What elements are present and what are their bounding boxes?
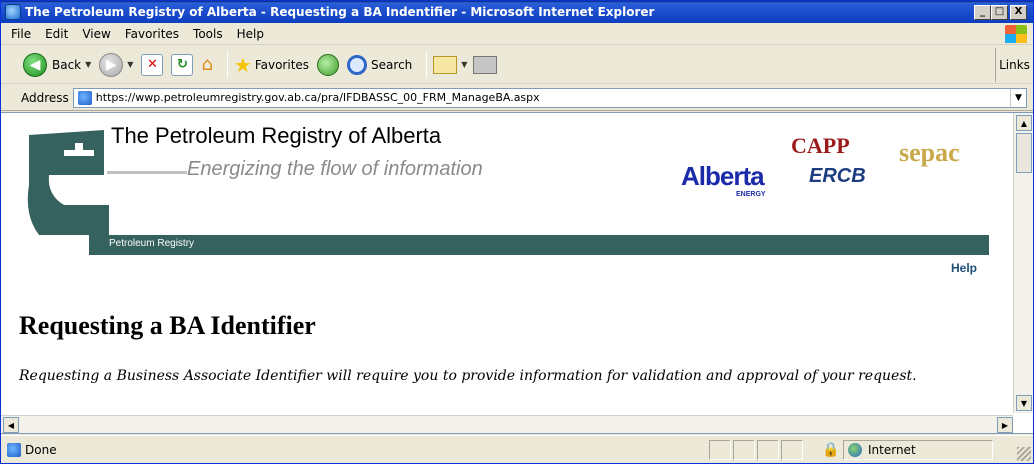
help-link[interactable]: Help bbox=[951, 261, 977, 275]
ie-window: The Petroleum Registry of Alberta - Requ… bbox=[0, 0, 1034, 464]
caption-buttons: _ □ X bbox=[974, 4, 1027, 20]
back-arrow-icon: ◀ bbox=[23, 52, 47, 77]
resize-grip-icon[interactable] bbox=[1017, 447, 1031, 461]
favorites-button[interactable]: ★ Favorites bbox=[234, 53, 309, 77]
site-nav-bar bbox=[89, 235, 989, 255]
page-icon bbox=[77, 90, 92, 105]
search-icon bbox=[347, 54, 368, 75]
status-bar: Done 🔒 Internet bbox=[1, 435, 1033, 463]
ercb-logo: ERCB bbox=[809, 165, 866, 187]
forward-arrow-icon: ▶ bbox=[99, 52, 124, 77]
address-input[interactable]: https://wwp.petroleumregistry.gov.ab.ca/… bbox=[72, 87, 1027, 108]
nav-label: Petroleum Registry bbox=[109, 238, 195, 249]
ie-icon bbox=[5, 4, 21, 20]
star-icon: ★ bbox=[233, 52, 252, 77]
site-tagline: Energizing the flow of information bbox=[187, 158, 483, 180]
search-button[interactable]: Search bbox=[347, 54, 413, 75]
lock-icon[interactable]: 🔒 bbox=[821, 440, 841, 460]
scroll-right-icon[interactable]: ▶ bbox=[997, 417, 1013, 433]
status-text: Done bbox=[25, 442, 57, 457]
mail-icon bbox=[433, 55, 458, 74]
chevron-down-icon[interactable]: ▼ bbox=[461, 60, 467, 69]
status-pane bbox=[733, 440, 755, 460]
minimize-button[interactable]: _ bbox=[974, 4, 991, 20]
page-heading: Requesting a BA Identifier bbox=[19, 311, 316, 340]
favorites-label: Favorites bbox=[254, 57, 310, 72]
standard-toolbar: ◀ Back ▼ ▶ ▼ ✕ ↻ ⌂ ★ Favorites Search ▼ … bbox=[1, 46, 1033, 84]
menu-bar: File Edit View Favorites Tools Help bbox=[1, 23, 1033, 45]
chevron-down-icon[interactable]: ▼ bbox=[85, 60, 91, 69]
browser-viewport: The Petroleum Registry of Alberta Energi… bbox=[1, 112, 1033, 434]
title-bar: The Petroleum Registry of Alberta - Requ… bbox=[1, 1, 1033, 23]
zone-label: Internet bbox=[868, 443, 916, 457]
stop-button[interactable]: ✕ bbox=[141, 53, 164, 76]
chevron-down-icon[interactable]: ▼ bbox=[127, 60, 133, 69]
vertical-scrollbar[interactable]: ▲ ▼ bbox=[1013, 113, 1033, 413]
menu-tools[interactable]: Tools bbox=[193, 27, 223, 41]
mail-button[interactable]: ▼ bbox=[433, 55, 498, 74]
scroll-thumb[interactable] bbox=[1016, 133, 1032, 173]
address-label: Address bbox=[21, 90, 69, 105]
menu-favorites[interactable]: Favorites bbox=[125, 27, 179, 41]
refresh-icon: ↻ bbox=[171, 53, 194, 76]
menu-help[interactable]: Help bbox=[237, 27, 264, 41]
refresh-button[interactable]: ↻ bbox=[171, 53, 194, 76]
status-panes bbox=[709, 440, 803, 460]
site-title: The Petroleum Registry of Alberta bbox=[111, 123, 442, 148]
capp-logo: CAPP bbox=[791, 133, 850, 158]
horizontal-scrollbar[interactable]: ◀ ▶ bbox=[1, 415, 1013, 433]
scroll-up-icon[interactable]: ▲ bbox=[1016, 115, 1032, 131]
history-button[interactable] bbox=[317, 53, 340, 76]
menu-view[interactable]: View bbox=[82, 27, 110, 41]
print-icon[interactable] bbox=[473, 55, 498, 74]
links-button[interactable]: Links bbox=[995, 48, 1033, 82]
tagline-rule bbox=[107, 171, 187, 174]
alberta-energy-label: ENERGY bbox=[736, 191, 766, 198]
page-content: The Petroleum Registry of Alberta Energi… bbox=[1, 113, 1009, 413]
globe-icon bbox=[848, 443, 862, 457]
url-text[interactable]: https://wwp.petroleumregistry.gov.ab.ca/… bbox=[96, 91, 540, 104]
address-dropdown-icon[interactable]: ▼ bbox=[1010, 88, 1026, 107]
sepac-logo: sepac bbox=[899, 138, 960, 167]
back-button[interactable]: ◀ Back ▼ bbox=[23, 52, 91, 77]
intro-text: Requesting a Business Associate Identifi… bbox=[19, 368, 917, 384]
back-label: Back bbox=[52, 57, 82, 72]
toolbar-separator bbox=[426, 51, 428, 78]
forward-button[interactable]: ▶ ▼ bbox=[99, 52, 133, 77]
alberta-logo: Alberta bbox=[681, 161, 765, 191]
stop-icon: ✕ bbox=[141, 53, 164, 76]
home-button[interactable]: ⌂ bbox=[201, 54, 212, 75]
scroll-left-icon[interactable]: ◀ bbox=[3, 417, 19, 433]
history-icon bbox=[317, 53, 340, 76]
home-icon: ⌂ bbox=[201, 54, 213, 75]
address-bar: Address https://wwp.petroleumregistry.go… bbox=[1, 85, 1033, 111]
toolbar-separator bbox=[226, 51, 228, 78]
status-pane bbox=[757, 440, 779, 460]
security-zone[interactable]: Internet bbox=[843, 440, 993, 460]
scroll-down-icon[interactable]: ▼ bbox=[1016, 395, 1032, 411]
menu-file[interactable]: File bbox=[11, 27, 31, 41]
status-pane bbox=[781, 440, 803, 460]
close-button[interactable]: X bbox=[1010, 4, 1027, 20]
window-title: The Petroleum Registry of Alberta - Requ… bbox=[25, 5, 655, 19]
menu-edit[interactable]: Edit bbox=[45, 27, 68, 41]
maximize-button[interactable]: □ bbox=[991, 4, 1008, 20]
page-done-icon bbox=[7, 442, 21, 457]
status-pane bbox=[709, 440, 731, 460]
windows-logo-icon bbox=[1005, 25, 1027, 43]
registry-logo-icon bbox=[27, 130, 109, 235]
search-label: Search bbox=[371, 57, 413, 72]
